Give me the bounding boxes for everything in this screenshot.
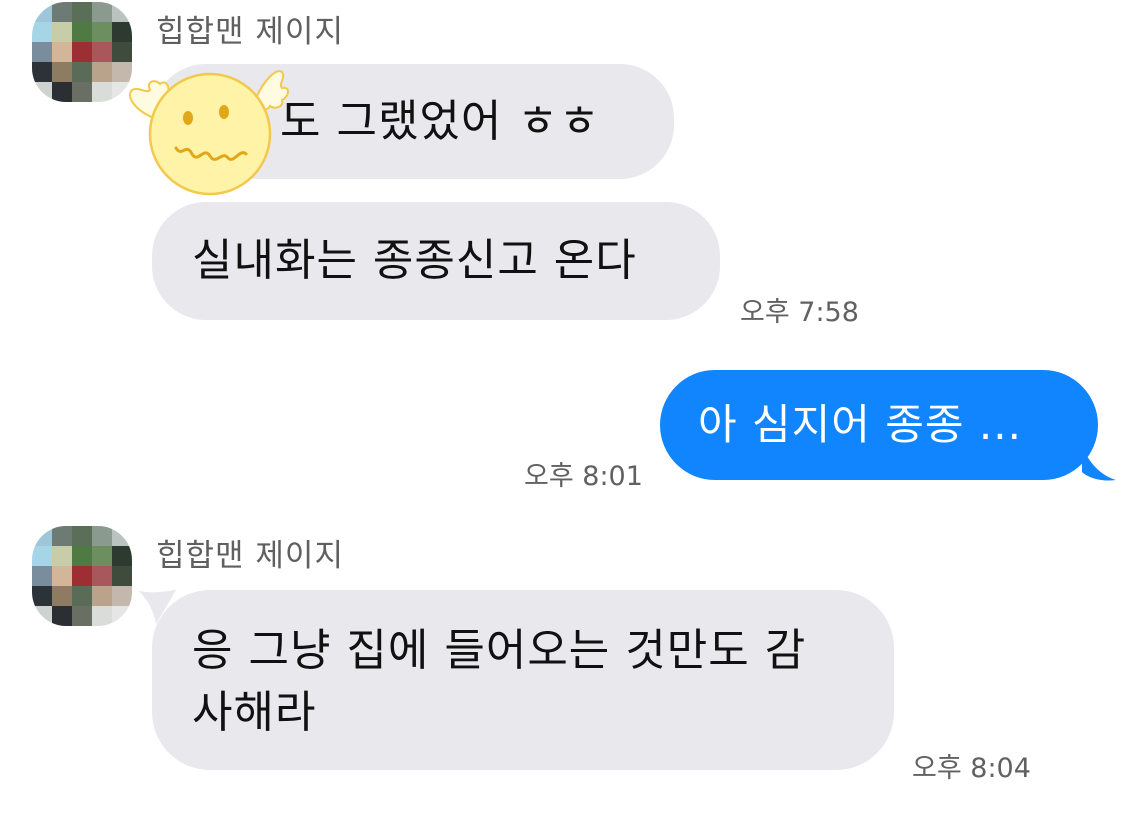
avatar[interactable]: [32, 526, 132, 626]
message-text: 도 그랬었어 ㅎㅎ: [280, 96, 601, 147]
message-text-line: 사해라: [192, 687, 317, 738]
message-bubble[interactable]: 실내화는 종종신고 온다: [152, 202, 720, 320]
sender-name: 힙합맨 제이지: [156, 14, 344, 50]
avatar[interactable]: [32, 2, 132, 102]
message-text: 실내화는 종종신고 온다: [192, 235, 637, 286]
message-timestamp: 오후 7:58: [740, 297, 859, 328]
message-text-line: 응 그냥 집에 들어오는 것만도 감: [192, 625, 807, 676]
message-bubble[interactable]: 응 그냥 집에 들어오는 것만도 감 사해라: [152, 590, 894, 770]
winged-smiley-sticker-icon: [129, 70, 289, 196]
message-text: 아 심지어 종종 ...: [698, 400, 1022, 449]
message-bubble-outgoing[interactable]: 아 심지어 종종 ...: [660, 370, 1098, 480]
message-timestamp: 오후 8:01: [524, 461, 643, 492]
sender-name: 힙합맨 제이지: [156, 538, 344, 574]
message-timestamp: 오후 8:04: [912, 753, 1031, 784]
